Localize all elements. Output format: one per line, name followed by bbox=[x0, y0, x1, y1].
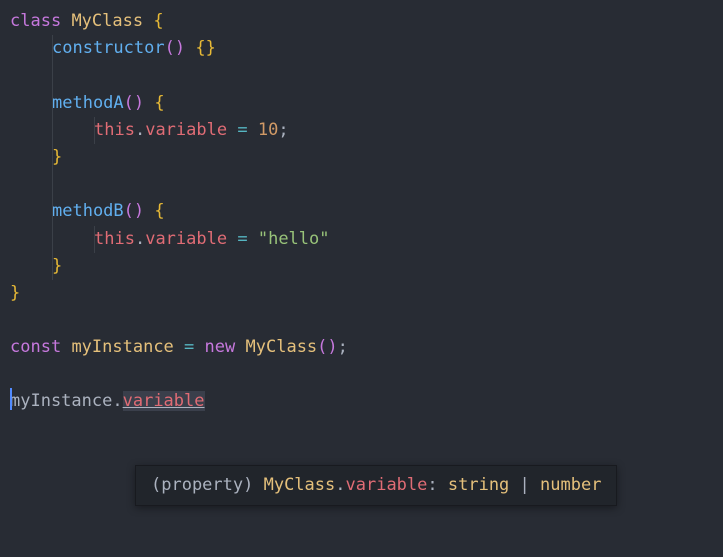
code-line[interactable]: methodA() { bbox=[10, 90, 713, 117]
code-line[interactable]: myInstance.variable bbox=[10, 388, 713, 415]
code-line[interactable]: this.variable = 10; bbox=[10, 117, 713, 144]
blank-line bbox=[10, 62, 713, 89]
code-line[interactable]: constructor() {} bbox=[10, 35, 713, 62]
type-hover-tooltip: (property) MyClass.variable: string | nu… bbox=[135, 465, 617, 506]
property-variable: variable bbox=[145, 229, 227, 249]
instance-name: myInstance bbox=[71, 337, 173, 357]
method-b: methodB bbox=[52, 201, 124, 221]
text-cursor bbox=[10, 388, 12, 410]
this-keyword: this bbox=[94, 120, 135, 140]
code-line[interactable]: } bbox=[10, 253, 713, 280]
code-line[interactable]: methodB() { bbox=[10, 198, 713, 225]
code-line[interactable]: this.variable = "hello" bbox=[10, 226, 713, 253]
number-literal: 10 bbox=[258, 120, 278, 140]
keyword-const: const bbox=[10, 337, 61, 357]
method-a: methodA bbox=[52, 93, 124, 113]
this-keyword: this bbox=[94, 229, 135, 249]
string-literal: "hello" bbox=[258, 229, 330, 249]
class-name: MyClass bbox=[246, 337, 318, 357]
class-name: MyClass bbox=[71, 11, 143, 31]
code-editor[interactable]: class MyClass { constructor() {} methodA… bbox=[10, 8, 713, 416]
constructor-name: constructor bbox=[52, 38, 165, 58]
code-line[interactable]: class MyClass { bbox=[10, 8, 713, 35]
instance-ref: myInstance bbox=[10, 391, 112, 411]
code-line[interactable]: const myInstance = new MyClass(); bbox=[10, 334, 713, 361]
blank-line bbox=[10, 307, 713, 334]
blank-line bbox=[10, 171, 713, 198]
property-variable: variable bbox=[145, 120, 227, 140]
property-variable-underlined[interactable]: variable bbox=[123, 391, 205, 411]
code-line[interactable]: } bbox=[10, 144, 713, 171]
keyword-new: new bbox=[205, 337, 236, 357]
code-line[interactable]: } bbox=[10, 280, 713, 307]
keyword-class: class bbox=[10, 11, 61, 31]
